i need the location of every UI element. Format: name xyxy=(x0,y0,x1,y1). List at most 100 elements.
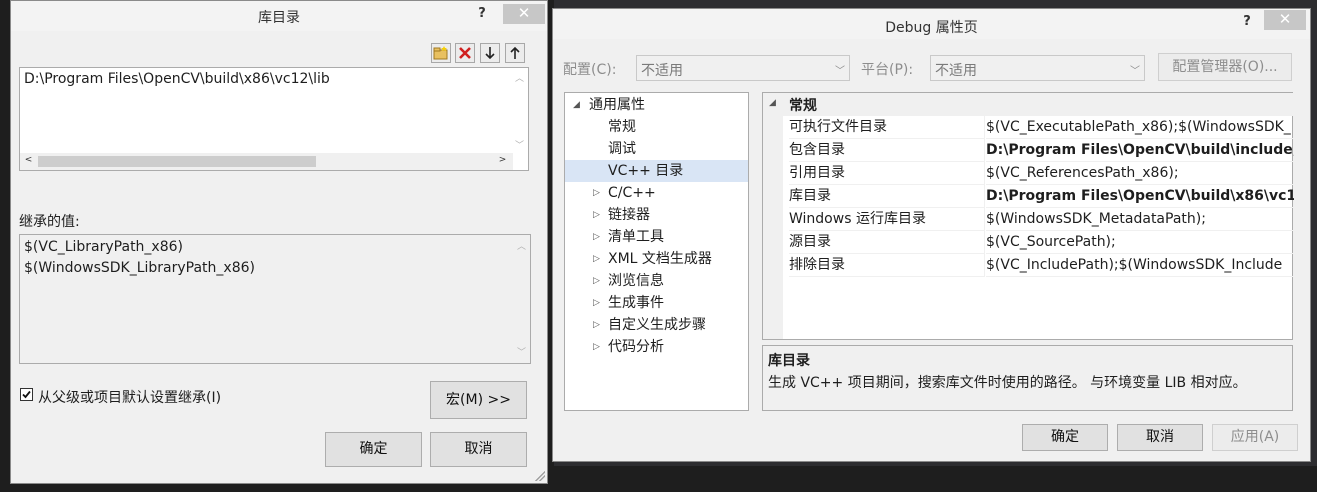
scroll-up-icon[interactable]: ︿ xyxy=(513,239,530,252)
chevron-down-icon: ﹀ xyxy=(835,66,845,77)
property-tree[interactable]: ◢ 通用属性 常规 调试 VC++ 目录 ▷ C/C++ ▷ 链接器 ▷ 清单工具 ▷ XML 文档生成… xyxy=(564,92,749,411)
help-button[interactable]: ? xyxy=(1236,12,1258,32)
inherited-value-line: $(VC_LibraryPath_x86) xyxy=(24,239,183,255)
configuration-manager-button[interactable]: 配置管理器(O)... xyxy=(1158,53,1292,81)
tree-item[interactable]: 调试 xyxy=(565,138,748,160)
scroll-down-icon[interactable]: ﹀ xyxy=(511,138,528,151)
scroll-right-icon[interactable]: > xyxy=(494,155,511,165)
move-up-button[interactable] xyxy=(505,43,525,63)
property-value[interactable]: D:\Program Files\OpenCV\build\x86\vc1 xyxy=(986,185,1294,208)
property-name: 引用目录 xyxy=(789,162,985,185)
horizontal-scrollbar[interactable]: < > xyxy=(20,153,513,170)
platform-value: 不适用 xyxy=(935,63,977,79)
property-value[interactable]: $(WindowsSDK_MetadataPath); xyxy=(986,208,1294,231)
ok-button[interactable]: 确定 xyxy=(325,432,422,467)
delete-line-button[interactable] xyxy=(455,43,475,63)
tree-item-label: C/C++ xyxy=(608,185,656,201)
expander-expanded-icon[interactable]: ◢ xyxy=(573,94,585,116)
tree-item-label: XML 文档生成器 xyxy=(608,251,712,267)
new-line-button[interactable] xyxy=(431,43,451,63)
tree-item[interactable]: ▷ 浏览信息 xyxy=(565,270,748,292)
tree-item-label: 通用属性 xyxy=(589,97,645,113)
apply-button[interactable]: 应用(A) xyxy=(1212,424,1298,451)
directory-entry[interactable]: D:\Program Files\OpenCV\build\x86\vc12\l… xyxy=(24,71,330,87)
chevron-down-icon: ﹀ xyxy=(1130,66,1140,77)
close-button[interactable]: ✕ xyxy=(503,4,545,24)
directory-list-editor[interactable]: D:\Program Files\OpenCV\build\x86\vc12\l… xyxy=(19,67,529,171)
cancel-button[interactable]: 取消 xyxy=(430,432,527,467)
help-button[interactable]: ? xyxy=(471,4,493,24)
expander-collapsed-icon[interactable]: ▷ xyxy=(593,226,605,248)
expander-collapsed-icon[interactable]: ▷ xyxy=(593,314,605,336)
tree-item[interactable]: VC++ 目录 xyxy=(565,160,748,182)
property-row[interactable]: 引用目录 $(VC_ReferencesPath_x86); xyxy=(763,162,1294,185)
scroll-left-icon[interactable]: < xyxy=(20,155,37,165)
resize-grip-icon[interactable] xyxy=(535,471,545,481)
property-name: 库目录 xyxy=(789,185,985,208)
tree-item-label: 常规 xyxy=(608,119,636,135)
vertical-scrollbar[interactable]: ︿ ﹀ xyxy=(511,68,528,154)
expander-expanded-icon[interactable]: ◢ xyxy=(769,98,781,108)
tree-item[interactable]: ▷ 链接器 xyxy=(565,204,748,226)
cancel-button[interactable]: 取消 xyxy=(1117,424,1203,451)
property-pages-dialog: Debug 属性页 ? ✕ 配置(C): 不适用 ﹀ 平台(P): 不适用 ﹀ … xyxy=(552,8,1311,462)
property-name: Windows 运行库目录 xyxy=(789,208,985,231)
tree-item[interactable]: ▷ C/C++ xyxy=(565,182,748,204)
expander-collapsed-icon[interactable]: ▷ xyxy=(593,336,605,358)
tree-item-label: 链接器 xyxy=(608,207,650,223)
property-name: 包含目录 xyxy=(789,139,985,162)
description-text: 生成 VC++ 项目期间，搜索库文件时使用的路径。 与环境变量 LIB 相对应。 xyxy=(768,375,1247,391)
expander-collapsed-icon[interactable]: ▷ xyxy=(593,182,605,204)
property-value[interactable]: D:\Program Files\OpenCV\build\include; xyxy=(986,139,1294,162)
inherit-checkbox-label[interactable]: 从父级或项目默认设置继承(I) xyxy=(38,387,221,407)
property-row[interactable]: 排除目录 $(VC_IncludePath);$(WindowsSDK_Inclu… xyxy=(763,254,1294,277)
close-button[interactable]: ✕ xyxy=(1264,10,1306,30)
arrow-down-icon xyxy=(485,47,495,60)
dialog-title: 库目录 xyxy=(258,10,300,26)
property-name: 排除目录 xyxy=(789,254,985,277)
inherited-value-line: $(WindowsSDK_LibraryPath_x86) xyxy=(24,260,255,276)
tree-item[interactable]: ▷ 代码分析 xyxy=(565,336,748,358)
move-down-button[interactable] xyxy=(480,43,500,63)
property-row[interactable]: 库目录 D:\Program Files\OpenCV\build\x86\vc1 xyxy=(763,185,1294,208)
dialog-title: Debug 属性页 xyxy=(885,20,978,36)
property-name: 可执行文件目录 xyxy=(789,116,985,139)
macro-button[interactable]: 宏(M) >> xyxy=(430,381,527,419)
platform-select[interactable]: 不适用 ﹀ xyxy=(930,55,1145,81)
property-value[interactable]: $(VC_SourcePath); xyxy=(986,231,1294,254)
property-row[interactable]: Windows 运行库目录 $(WindowsSDK_MetadataPath); xyxy=(763,208,1294,231)
property-row[interactable]: 源目录 $(VC_SourcePath); xyxy=(763,231,1294,254)
configuration-label: 配置(C): xyxy=(563,62,617,78)
property-grid[interactable]: ◢ 常规 可执行文件目录 $(VC_ExecutablePath_x86);$(W… xyxy=(762,92,1294,340)
configuration-select[interactable]: 不适用 ﹀ xyxy=(636,55,850,81)
grid-category-label: 常规 xyxy=(789,98,817,114)
delete-x-icon xyxy=(459,47,471,59)
tree-item[interactable]: 常规 xyxy=(565,116,748,138)
tree-item-label: 生成事件 xyxy=(608,295,664,311)
property-value[interactable]: $(VC_IncludePath);$(WindowsSDK_Include xyxy=(986,254,1294,277)
expander-collapsed-icon[interactable]: ▷ xyxy=(593,204,605,226)
scroll-up-icon[interactable]: ︿ xyxy=(511,71,528,84)
expander-collapsed-icon[interactable]: ▷ xyxy=(593,248,605,270)
property-value[interactable]: $(VC_ReferencesPath_x86); xyxy=(986,162,1294,185)
scroll-thumb[interactable] xyxy=(38,156,316,167)
tree-item[interactable]: ▷ 自定义生成步骤 xyxy=(565,314,748,336)
checkmark-icon xyxy=(22,390,31,399)
tree-item[interactable]: ▷ 生成事件 xyxy=(565,292,748,314)
expander-collapsed-icon[interactable]: ▷ xyxy=(593,292,605,314)
expander-collapsed-icon[interactable]: ▷ xyxy=(593,270,605,292)
scroll-down-icon[interactable]: ﹀ xyxy=(513,345,530,358)
tree-item-label: 代码分析 xyxy=(608,339,664,355)
grid-category-row[interactable]: ◢ 常规 xyxy=(763,93,1294,116)
property-value[interactable]: $(VC_ExecutablePath_x86);$(WindowsSDK_ xyxy=(986,116,1294,139)
ok-button[interactable]: 确定 xyxy=(1022,424,1108,451)
inherit-checkbox[interactable] xyxy=(20,388,33,401)
tree-item[interactable]: ◢ 通用属性 xyxy=(565,94,748,116)
property-row[interactable]: 可执行文件目录 $(VC_ExecutablePath_x86);$(Window… xyxy=(763,116,1294,139)
tree-item[interactable]: ▷ XML 文档生成器 xyxy=(565,248,748,270)
new-folder-icon xyxy=(433,46,448,60)
description-panel: 库目录 生成 VC++ 项目期间，搜索库文件时使用的路径。 与环境变量 LIB … xyxy=(762,345,1293,411)
tree-item[interactable]: ▷ 清单工具 xyxy=(565,226,748,248)
configuration-value: 不适用 xyxy=(641,63,683,79)
property-row[interactable]: 包含目录 D:\Program Files\OpenCV\build\includ… xyxy=(763,139,1294,162)
